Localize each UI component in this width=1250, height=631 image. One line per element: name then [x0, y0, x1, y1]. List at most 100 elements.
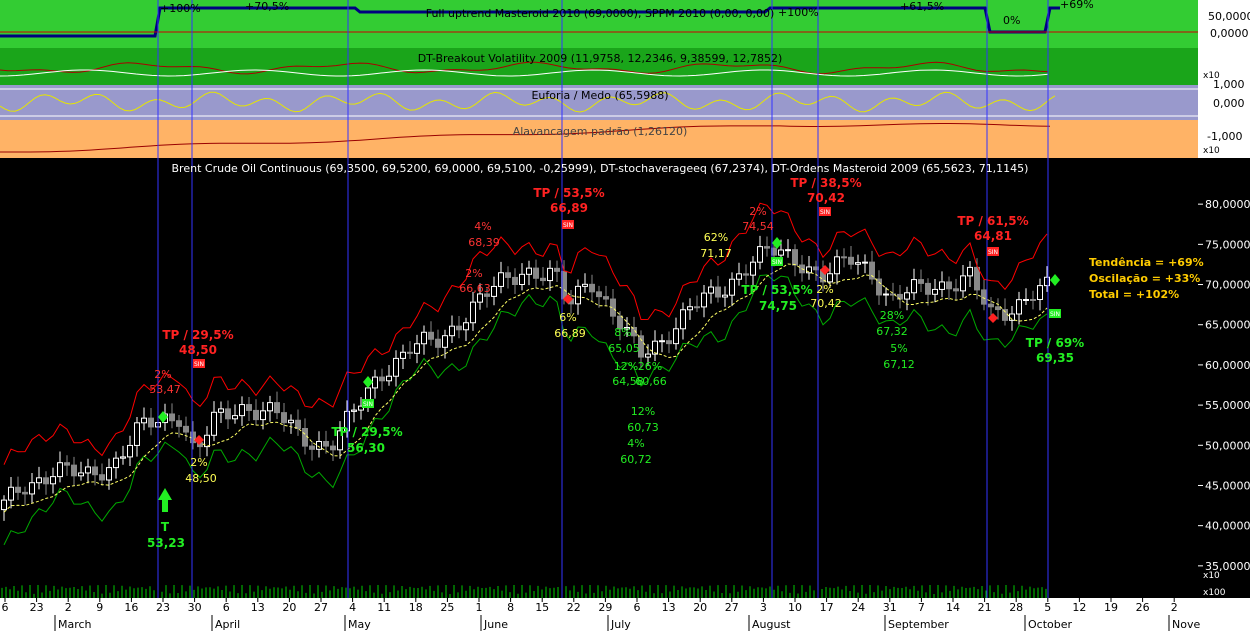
candle — [71, 464, 77, 477]
candle — [554, 267, 560, 272]
tp-red-label: TP / 38,5% — [790, 176, 861, 190]
candle — [701, 292, 707, 308]
day-label: 1 — [476, 601, 483, 614]
candle — [827, 273, 833, 283]
month-label: September — [888, 618, 949, 631]
candle — [330, 445, 336, 451]
green-small-label: 4% — [627, 437, 644, 450]
summary-total: Total = +102% — [1089, 288, 1179, 301]
month-label: June — [483, 618, 508, 631]
candle — [29, 482, 35, 495]
day-label: 29 — [598, 601, 612, 614]
candle — [498, 272, 504, 287]
tp-green-value: 53,23 — [147, 536, 185, 550]
euforia-axis-label: 1,000 — [1213, 78, 1245, 91]
badge-label: SIN — [1050, 311, 1060, 318]
badge-label: SIN — [988, 249, 998, 256]
yellow-label: 2% — [816, 283, 833, 296]
candle — [470, 301, 476, 324]
candle — [477, 293, 483, 303]
candle — [932, 288, 938, 295]
candle — [582, 283, 588, 287]
candle — [974, 266, 980, 291]
candle — [1023, 298, 1029, 301]
tp-red-value: 48,50 — [179, 343, 217, 357]
day-label: 6 — [634, 601, 641, 614]
candle — [540, 277, 546, 282]
yellow-label: 62% — [704, 231, 728, 244]
candle — [22, 491, 28, 495]
candle — [729, 278, 735, 296]
green-small-label: 12% — [631, 405, 655, 418]
percent-label: +61,5% — [900, 0, 944, 13]
candle — [855, 262, 861, 265]
day-label: 17 — [820, 601, 834, 614]
candle — [302, 427, 308, 447]
candle — [309, 445, 315, 450]
day-label: 27 — [314, 601, 328, 614]
candle — [519, 273, 525, 285]
candle — [57, 462, 63, 478]
candle — [113, 457, 119, 469]
tp-green-value: 74,75 — [759, 299, 797, 313]
candle — [834, 256, 840, 275]
candle — [351, 409, 357, 412]
yellow-label: 66,89 — [554, 327, 586, 340]
day-label: 10 — [788, 601, 802, 614]
candle — [911, 279, 917, 294]
masteroid-axis-label: 50,0000 — [1208, 10, 1250, 23]
green-small-label: 5% — [890, 342, 907, 355]
candle — [120, 456, 126, 459]
candle — [225, 408, 231, 420]
day-label: 23 — [30, 601, 44, 614]
day-label: 15 — [535, 601, 549, 614]
candle — [687, 306, 693, 311]
candle — [757, 246, 763, 263]
red-small-label: 68,39 — [468, 236, 500, 249]
day-label: 24 — [851, 601, 865, 614]
candle — [904, 292, 910, 300]
candle — [841, 256, 847, 259]
tp-green-label: TP / 53,5% — [741, 283, 812, 297]
euforia-axis-label: -1,000 — [1207, 130, 1242, 143]
tp-red-label: TP / 53,5% — [533, 186, 604, 200]
candle — [659, 340, 665, 343]
candle — [708, 286, 714, 294]
volatility-title: DT-Breakout Volatility 2009 (11,9758, 12… — [418, 52, 783, 65]
candle — [78, 472, 84, 477]
trading-chart[interactable]: Full uptrend Masteroid 2010 (69,0000), S… — [0, 0, 1250, 631]
day-label: 5 — [1044, 601, 1051, 614]
candle — [722, 294, 728, 298]
day-label: 11 — [377, 601, 391, 614]
candle — [183, 425, 189, 433]
candle — [778, 249, 784, 256]
yellow-label: 70,42 — [810, 297, 842, 310]
candle — [449, 325, 455, 337]
red-small-label: 2% — [465, 267, 482, 280]
price-axis-label: 45,0000 — [1205, 479, 1250, 492]
tp-green-value: 56,30 — [347, 441, 385, 455]
candle — [694, 306, 700, 309]
candle — [575, 285, 581, 305]
candle — [372, 376, 378, 389]
yellow-label: 2% — [190, 456, 207, 469]
candle — [512, 276, 518, 285]
candle — [92, 466, 98, 476]
red-small-label: 2% — [749, 205, 766, 218]
month-label: October — [1028, 618, 1072, 631]
day-label: 20 — [282, 601, 296, 614]
red-small-label: 66,63 — [459, 282, 491, 295]
candle — [1037, 285, 1043, 300]
price-axis-label: 40,0000 — [1205, 520, 1250, 533]
candle — [99, 474, 105, 481]
day-label: 8 — [507, 601, 514, 614]
candle — [253, 409, 259, 421]
day-label: 2 — [1171, 601, 1178, 614]
day-label: 31 — [883, 601, 897, 614]
badge-label: SIN — [194, 361, 204, 368]
tp-green-label: T — [161, 520, 170, 534]
candle — [36, 477, 42, 484]
candle — [64, 462, 70, 466]
candle — [792, 249, 798, 266]
month-label: July — [610, 618, 631, 631]
